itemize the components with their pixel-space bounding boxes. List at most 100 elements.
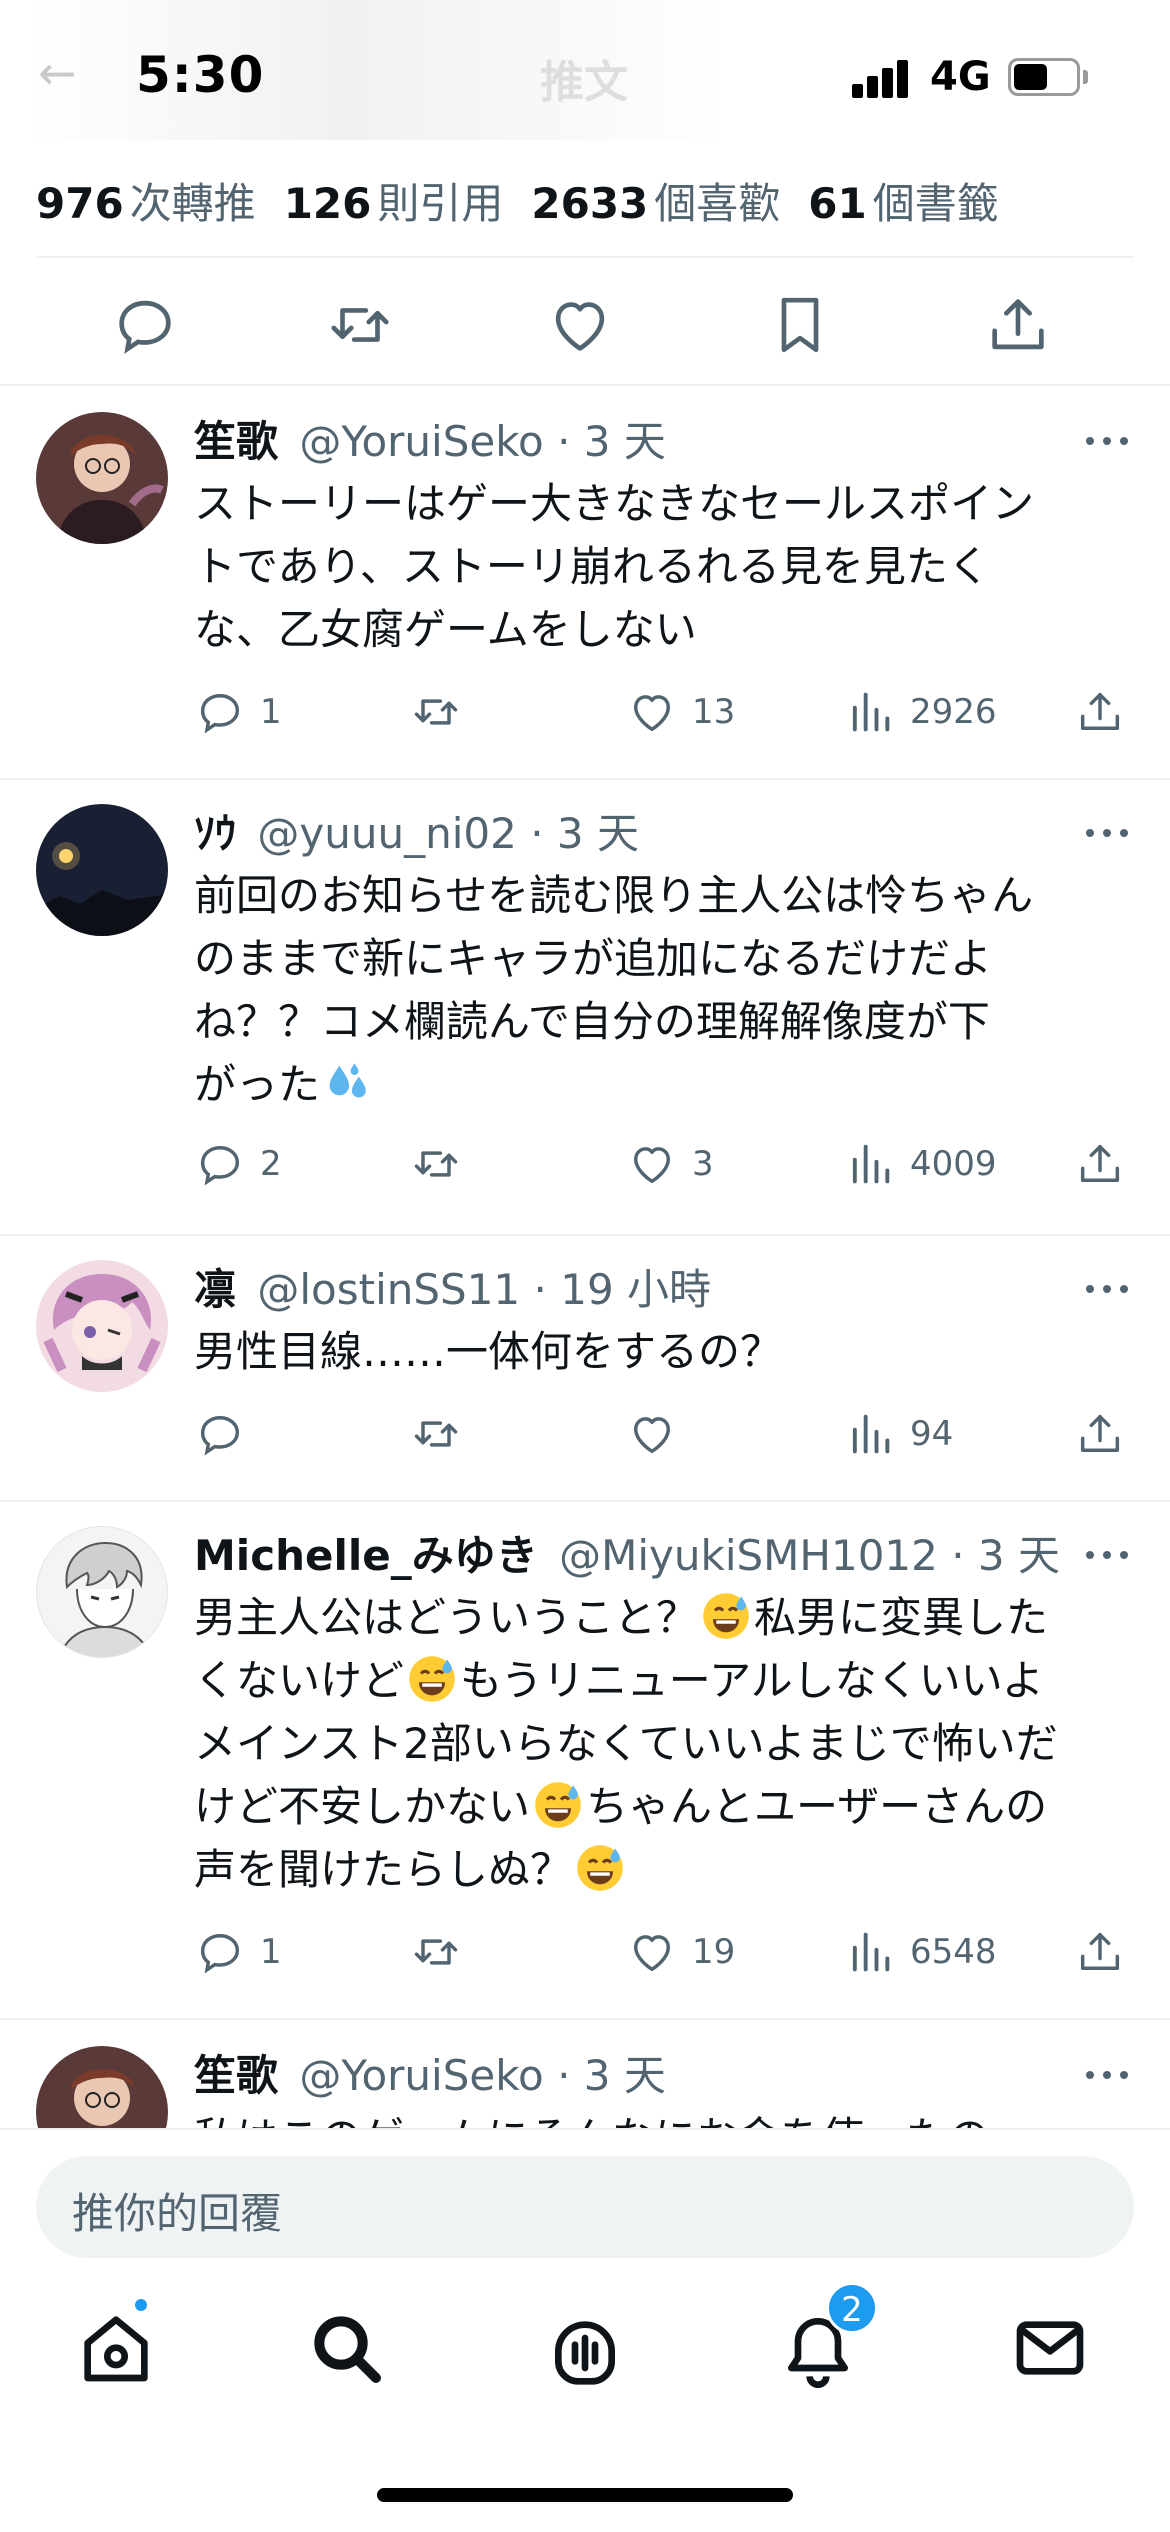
more-options-icon[interactable] [1082, 426, 1132, 456]
reply-text: 男主人公はどういうこと？ 私男に変異した くないけど もうリニューアルしなくいいよ … [194, 1586, 1124, 1901]
like-button[interactable]: 19 [626, 1922, 735, 1982]
share-icon[interactable] [983, 290, 1053, 360]
reply-icon [200, 1146, 240, 1186]
tweet-action-bar [0, 270, 1170, 380]
reply-button[interactable] [194, 1404, 260, 1464]
timestamp: · 19 小時 [533, 1265, 712, 1314]
retweet-button[interactable] [410, 682, 476, 742]
views-button[interactable]: 94 [844, 1404, 953, 1464]
reply-input-placeholder: 推你的回覆 [72, 2189, 283, 2238]
view-count: 4009 [910, 1144, 997, 1184]
retweet-button[interactable] [410, 1134, 476, 1194]
timestamp: · 3 天 [530, 809, 639, 858]
views-button[interactable]: 4009 [844, 1134, 997, 1194]
grinning-sweat-emoji-icon [535, 1782, 581, 1828]
display-name[interactable]: 笙歌 [194, 2051, 278, 2100]
user-handle[interactable]: @YoruiSeko [299, 2051, 543, 2100]
share-button[interactable] [1074, 1404, 1140, 1464]
arrow-left-icon[interactable]: ← [38, 48, 88, 98]
more-options-icon[interactable] [1082, 1540, 1132, 1570]
avatar[interactable] [36, 412, 168, 544]
views-chart-icon [852, 1932, 890, 1972]
like-count: 3 [692, 1144, 714, 1184]
more-options-icon[interactable] [1082, 1274, 1132, 1304]
reply-icon [200, 1934, 240, 1974]
page-title: 推文 [540, 57, 628, 108]
signal-strength-icon [852, 58, 912, 98]
share-button[interactable] [1074, 1922, 1140, 1982]
like-icon [634, 1147, 670, 1184]
more-options-icon[interactable] [1082, 818, 1132, 848]
reply-action-bar: 94 [194, 1404, 1134, 1464]
notifications-badge: 2 [826, 2282, 878, 2334]
avatar[interactable] [36, 1526, 168, 1658]
like-button[interactable]: 13 [626, 682, 735, 742]
views-chart-icon [852, 692, 890, 732]
display-name[interactable]: ｿｳ [194, 809, 236, 858]
like-count: 19 [692, 1932, 736, 1972]
like-icon[interactable] [545, 290, 615, 360]
display-name[interactable]: 笙歌 [194, 417, 278, 466]
views-button[interactable]: 6548 [844, 1922, 997, 1982]
like-icon [634, 1935, 670, 1972]
like-count: 13 [692, 692, 736, 732]
like-button[interactable]: 3 [626, 1134, 714, 1194]
search-icon[interactable] [306, 2308, 386, 2388]
messages-icon[interactable] [1010, 2308, 1090, 2388]
reply-button[interactable]: 2 [194, 1134, 282, 1194]
home-icon[interactable] [76, 2308, 156, 2388]
views-button[interactable]: 2926 [844, 682, 997, 742]
retweet-icon [414, 1151, 458, 1177]
reply-button[interactable]: 1 [194, 682, 282, 742]
views-chart-icon [852, 1144, 890, 1184]
retweet-icon[interactable] [325, 290, 395, 360]
user-handle[interactable]: @yuuu_ni02 [257, 809, 516, 858]
user-handle[interactable]: @YoruiSeko [299, 417, 543, 466]
reply-input[interactable]: 推你的回覆 [36, 2156, 1134, 2258]
share-icon [1080, 1932, 1120, 1970]
share-button[interactable] [1074, 682, 1140, 742]
retweet-icon [414, 1421, 458, 1447]
reply-count: 2 [260, 1144, 282, 1184]
view-count: 2926 [910, 692, 997, 732]
stat-likes[interactable]: 2633 個喜歡 [531, 170, 780, 231]
top-header: ← 推文 5:30 4G [0, 0, 1170, 140]
grinning-sweat-emoji-icon [409, 1656, 455, 1702]
home-unread-dot [132, 2296, 150, 2314]
reply-text: 男性目線……一体何をするの？ [194, 1327, 783, 1376]
more-options-icon[interactable] [1082, 2060, 1132, 2090]
reply-icon [200, 694, 240, 734]
share-icon [1080, 1144, 1120, 1182]
retweet-button[interactable] [410, 1922, 476, 1982]
like-button[interactable] [626, 1404, 692, 1464]
stat-bookmarks[interactable]: 61 個書籤 [808, 170, 998, 231]
reply-button[interactable]: 1 [194, 1922, 282, 1982]
user-handle[interactable]: @lostinSS11 [257, 1265, 520, 1314]
user-handle[interactable]: @MiyukiSMH1012 [559, 1531, 938, 1580]
sweat-droplets-emoji-icon [329, 1063, 366, 1098]
display-name[interactable]: 凛 [194, 1265, 236, 1314]
retweet-button[interactable] [410, 1404, 476, 1464]
reply-icon[interactable] [110, 290, 180, 360]
reply-header: 凛 @lostinSS11 · 19 小時 [194, 1260, 711, 1320]
timestamp: · 3 天 [951, 1531, 1061, 1580]
divider [0, 1234, 1170, 1236]
retweet-icon [414, 699, 458, 725]
reply-icon [200, 1416, 240, 1456]
spaces-icon[interactable] [545, 2308, 625, 2388]
display-name[interactable]: Michelle_みゆき [194, 1531, 538, 1580]
bookmark-icon[interactable] [765, 290, 835, 360]
avatar[interactable] [36, 804, 168, 936]
share-icon [1080, 692, 1120, 730]
avatar[interactable] [36, 1260, 168, 1392]
stat-quotes[interactable]: 126 則引用 [284, 170, 504, 231]
like-icon [634, 695, 670, 732]
timestamp: · 3 天 [557, 417, 666, 466]
reply-action-bar: 2 3 4009 [194, 1134, 1134, 1194]
reply-action-bar: 1 13 2926 [194, 682, 1134, 742]
share-button[interactable] [1074, 1134, 1140, 1194]
stat-retweets[interactable]: 976 次轉推 [36, 170, 256, 231]
divider [36, 256, 1134, 258]
divider [0, 2018, 1170, 2020]
home-indicator[interactable] [377, 2488, 793, 2502]
